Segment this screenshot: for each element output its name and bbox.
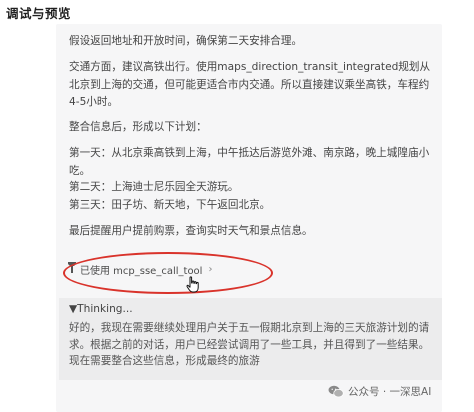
- thinking-text: 好的，我现在需要继续处理用户关于五一假期北京到上海的三天旅游计划的请求。根据之前…: [69, 322, 430, 367]
- wechat-icon: [328, 385, 344, 398]
- tool-icon: [67, 262, 77, 276]
- tool-call-label: 已使用 mcp_sse_call_tool: [80, 265, 203, 277]
- page-title: 调试与预览: [6, 6, 72, 21]
- tool-call-toggle-button[interactable]: 已使用 mcp_sse_call_tool ›: [67, 260, 212, 278]
- watermark: 公众号 · 一深思AI: [328, 384, 431, 399]
- message-paragraph: 整合信息后，形成以下计划：: [69, 121, 207, 133]
- message-paragraph: 第一天：从北京乘高铁到上海，中午抵达后游览外滩、南京路，晚上城隍庙小吃。: [69, 147, 430, 177]
- message-paragraph: 交通方面，建议高铁出行。使用maps_direction_transit_int…: [69, 61, 431, 109]
- message-paragraph: 第二天：上海迪士尼乐园全天游玩。: [69, 181, 239, 193]
- chevron-right-icon: ›: [208, 263, 213, 275]
- watermark-text: 公众号 · 一深思AI: [348, 386, 432, 398]
- thinking-toggle[interactable]: ▼Thinking...: [69, 303, 133, 315]
- thinking-panel: ▼Thinking... 好的，我现在需要继续处理用户关于五一假期北京到上海的三…: [59, 298, 442, 380]
- message-paragraph: 第三天：田子坊、新天地，下午返回北京。: [69, 199, 271, 211]
- message-paragraph: 最后提醒用户提前购票，查询实时天气和景点信息。: [69, 225, 313, 237]
- message-paragraph: 假设返回地址和开放时间，确保第二天安排合理。: [69, 35, 303, 47]
